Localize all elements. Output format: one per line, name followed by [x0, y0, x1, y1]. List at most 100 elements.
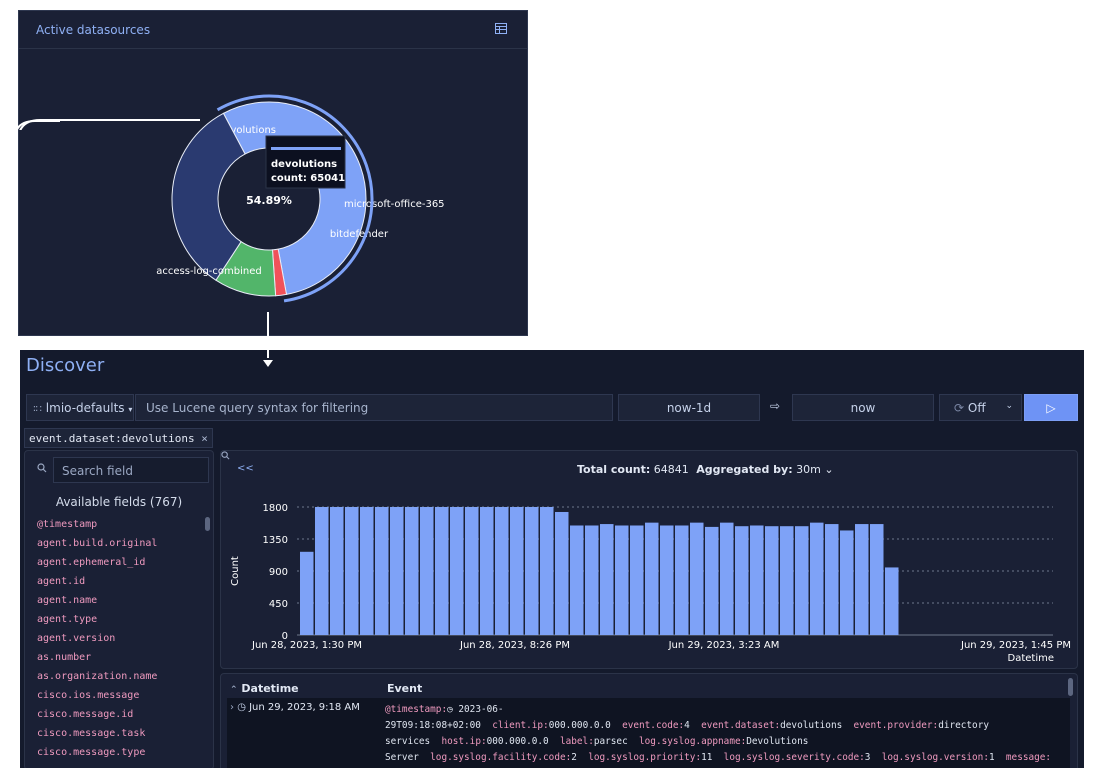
bar[interactable]: [720, 522, 734, 635]
x-tick-label: Jun 29, 2023, 1:45 PM: [960, 640, 1071, 651]
bar[interactable]: [375, 507, 389, 635]
bar[interactable]: [825, 524, 839, 635]
y-tick-label: 450: [269, 599, 288, 610]
table-row[interactable]: › ◷ Jun 29, 2023, 9:18 AM @timestamp:◷ 2…: [227, 698, 1070, 768]
page-title: Discover: [26, 355, 105, 376]
pie-label-access-log-combined: access-log-combined: [156, 266, 261, 277]
event-body: @timestamp:◷ 2023-06-29T09:18:08+02:00 c…: [385, 704, 1052, 763]
list-item[interactable]: agent.name: [37, 595, 157, 614]
y-tick-label: 900: [269, 567, 288, 578]
arrow-right-icon: ⇨: [770, 399, 781, 413]
expand-icon[interactable]: ›: [230, 702, 234, 713]
bar[interactable]: [465, 507, 479, 635]
list-item[interactable]: cisco.message.type: [37, 747, 157, 766]
connector-line-top: [19, 119, 200, 130]
bar[interactable]: [585, 525, 599, 635]
events-scrollbar[interactable]: [1068, 678, 1073, 696]
bar[interactable]: [675, 525, 689, 635]
chevron-down-icon: ▾: [128, 405, 133, 414]
available-fields-label: Available fields (767): [55, 495, 183, 509]
bar[interactable]: [435, 507, 449, 635]
bar[interactable]: [540, 507, 554, 635]
list-item[interactable]: cisco.message.id: [37, 709, 157, 728]
x-tick-label: Jun 28, 2023, 8:26 PM: [459, 640, 570, 651]
sidebar-scrollbar[interactable]: [205, 517, 210, 531]
chevron-down-icon: ⌄: [1005, 401, 1013, 411]
list-item[interactable]: agent.ephemeral_id: [37, 557, 157, 576]
bar[interactable]: [885, 567, 899, 635]
list-item[interactable]: agent.build.original: [37, 538, 157, 557]
datetime-column-header[interactable]: ⌃ Datetime: [230, 682, 299, 695]
list-item[interactable]: as.number: [37, 652, 157, 671]
list-item[interactable]: cisco.ios.message: [37, 690, 157, 709]
x-tick-label: Jun 28, 2023, 1:30 PM: [251, 640, 362, 651]
bar[interactable]: [300, 551, 314, 635]
table-view-icon[interactable]: [495, 23, 507, 34]
bar[interactable]: [360, 507, 374, 635]
bar[interactable]: [645, 522, 659, 635]
y-tick-label: 1350: [263, 535, 288, 546]
bar[interactable]: [615, 525, 629, 635]
sort-icon: ⌃: [230, 685, 238, 695]
list-item[interactable]: as.organization.name: [37, 671, 157, 690]
tenant-label: lmio-defaults: [45, 401, 125, 415]
event-column-header: Event: [387, 682, 423, 695]
bar[interactable]: [690, 522, 704, 635]
bar[interactable]: [555, 511, 569, 635]
bar[interactable]: [780, 526, 794, 635]
date-from-input[interactable]: now-1d: [618, 394, 760, 421]
list-item[interactable]: agent.type: [37, 614, 157, 633]
bar[interactable]: [870, 524, 884, 635]
search-field-input[interactable]: Search field: [53, 457, 209, 483]
bar[interactable]: [495, 507, 509, 635]
filter-value: devolutions: [121, 432, 195, 445]
bar[interactable]: [600, 524, 614, 635]
bar[interactable]: [315, 507, 329, 635]
x-tick-label: Jun 29, 2023, 3:23 AM: [668, 640, 780, 651]
histogram-chart[interactable]: 045090013501800CountJun 28, 2023, 1:30 P…: [221, 451, 1079, 670]
bar[interactable]: [705, 526, 719, 635]
list-item[interactable]: agent.id: [37, 576, 157, 595]
bar[interactable]: [570, 525, 584, 635]
refresh-interval-dropdown[interactable]: ⟳ Off ⌄: [939, 394, 1022, 421]
bar[interactable]: [510, 507, 524, 635]
bar[interactable]: [420, 507, 434, 635]
field-list: @timestamp agent.build.original agent.ephe…: [37, 519, 157, 766]
connector-line-vertical: [267, 312, 269, 358]
bar[interactable]: [390, 507, 404, 635]
tenant-icon: ∶∷: [33, 404, 42, 415]
bar[interactable]: [630, 525, 644, 635]
datetime-header-label: Datetime: [241, 682, 299, 695]
bar[interactable]: [795, 526, 809, 635]
filter-key: event.dataset:: [29, 432, 122, 445]
bar[interactable]: [810, 522, 824, 635]
pie-center-percent: 54.89%: [246, 194, 292, 207]
bar[interactable]: [855, 524, 869, 635]
bar[interactable]: [840, 530, 854, 635]
search-icon: [37, 463, 47, 473]
query-input[interactable]: Use Lucene query syntax for filtering: [135, 394, 613, 421]
bar[interactable]: [525, 507, 539, 635]
bar[interactable]: [405, 507, 419, 635]
bar[interactable]: [480, 507, 494, 635]
list-item[interactable]: agent.version: [37, 633, 157, 652]
filter-chip[interactable]: event.dataset:devolutions ×: [24, 428, 213, 448]
list-item[interactable]: @timestamp: [37, 519, 157, 538]
bar[interactable]: [450, 507, 464, 635]
bar[interactable]: [750, 525, 764, 635]
bar[interactable]: [765, 526, 779, 635]
close-icon[interactable]: ×: [201, 432, 208, 445]
refresh-icon: ⟳: [954, 401, 965, 415]
tooltip-count: count: 65041: [271, 173, 345, 184]
bar[interactable]: [345, 507, 359, 635]
bar[interactable]: [330, 507, 344, 635]
list-item[interactable]: cisco.message.task: [37, 728, 157, 747]
bar[interactable]: [660, 525, 674, 635]
bar[interactable]: [735, 526, 749, 635]
date-to-input[interactable]: now: [792, 394, 934, 421]
run-query-button[interactable]: ▷: [1024, 394, 1078, 421]
events-table: ⌃ Datetime Event › ◷ Jun 29, 2023, 9:18 …: [220, 673, 1078, 768]
pie-label-microsoft-office-365: microsoft-office-365: [344, 199, 445, 210]
tenant-dropdown[interactable]: ∶∷ lmio-defaults ▾: [26, 394, 134, 421]
pie-label-bitdefender: bitdefender: [330, 229, 389, 240]
